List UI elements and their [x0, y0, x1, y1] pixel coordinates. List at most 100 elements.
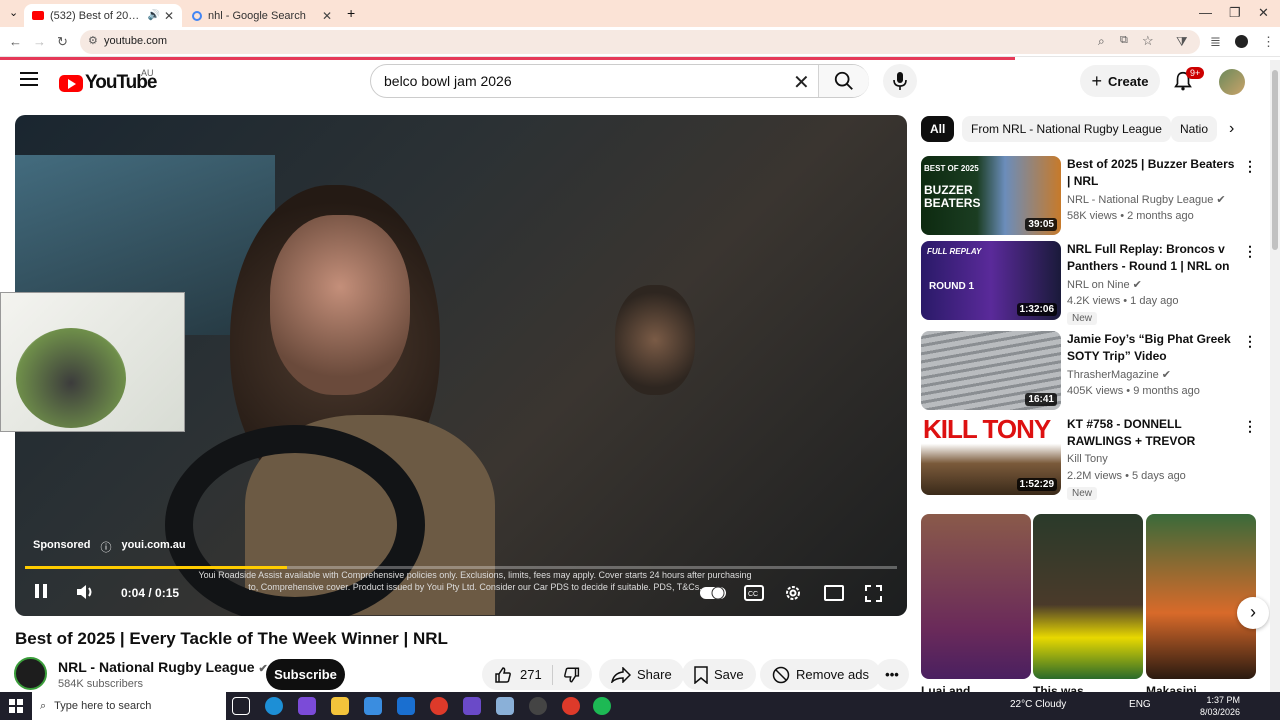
- remove-ads-button[interactable]: Remove ads: [760, 659, 881, 690]
- short-thumbnail[interactable]: [921, 514, 1031, 679]
- duration-badge: 16:41: [1025, 393, 1057, 406]
- recommendation-item[interactable]: 16:41 Jamie Foy’s “Big Phat Greek SOTY T…: [921, 331, 1261, 411]
- save-button[interactable]: Save: [682, 659, 756, 690]
- video-thumbnail[interactable]: 16:41: [921, 331, 1061, 410]
- close-tab-icon[interactable]: ✕: [164, 9, 174, 23]
- recommendation-item[interactable]: KILL TONY 1:52:29 KT #758 - DONNELL RAWL…: [921, 416, 1261, 500]
- back-icon[interactable]: ←: [9, 34, 22, 49]
- clear-search-icon[interactable]: ✕: [793, 70, 810, 95]
- subscribe-button[interactable]: Subscribe: [266, 659, 345, 690]
- chevron-right-icon[interactable]: ›: [1229, 120, 1234, 138]
- info-icon[interactable]: ⓘ: [100, 539, 111, 555]
- recommendation-channel[interactable]: ThrasherMagazine ✔: [1067, 368, 1171, 381]
- youtube-logo[interactable]: YouTube AU: [59, 68, 157, 94]
- more-vertical-icon[interactable]: ⋮: [1243, 243, 1257, 260]
- address-bar[interactable]: ⚙ youtube.com ⌕ ⧉ ☆: [80, 30, 1200, 54]
- search-box[interactable]: belco bowl jam 2026 ✕: [370, 64, 869, 98]
- voice-search-button[interactable]: [883, 64, 917, 98]
- menu-icon[interactable]: [20, 72, 38, 86]
- search-input[interactable]: belco bowl jam 2026: [384, 73, 512, 89]
- short-thumbnail[interactable]: [1033, 514, 1143, 679]
- volume-icon[interactable]: [75, 583, 97, 601]
- close-tab-icon[interactable]: ✕: [322, 9, 332, 23]
- video-thumbnail[interactable]: FULL REPLAY ROUND 1 1:32:06: [921, 241, 1061, 320]
- extensions-icon[interactable]: ⧩: [1176, 34, 1188, 50]
- thumbs-down-icon[interactable]: [563, 666, 580, 684]
- clock[interactable]: 1:37 PM 8/03/2026: [1200, 694, 1240, 718]
- audio-icon[interactable]: 🔊: [147, 10, 159, 21]
- reading-list-icon[interactable]: ≣: [1210, 34, 1221, 50]
- channel-avatar[interactable]: [14, 657, 47, 690]
- forward-icon[interactable]: →: [33, 34, 46, 49]
- recommendation-title[interactable]: Jamie Foy’s “Big Phat Greek SOTY Trip” V…: [1067, 331, 1237, 365]
- app-icon[interactable]: [496, 697, 514, 715]
- recommendation-title[interactable]: Best of 2025 | Buzzer Beaters | NRL: [1067, 156, 1237, 190]
- tab-search-chevron-icon[interactable]: ⌄: [9, 6, 18, 19]
- chip-related[interactable]: Natio: [1171, 116, 1218, 142]
- taskbar-search[interactable]: ⌕ Type here to search: [32, 692, 226, 720]
- scrollbar-thumb[interactable]: [1272, 70, 1278, 250]
- copilot-icon[interactable]: [298, 697, 316, 715]
- language-indicator[interactable]: ENG: [1129, 699, 1151, 710]
- zoom-icon[interactable]: ⌕: [1098, 34, 1105, 49]
- chip-from-channel[interactable]: From NRL - National Rugby League: [962, 116, 1171, 142]
- new-tab-icon[interactable]: +: [347, 5, 355, 21]
- theater-mode-icon[interactable]: [824, 585, 844, 601]
- notifications-button[interactable]: 9+: [1172, 67, 1205, 94]
- account-avatar[interactable]: [1219, 69, 1245, 95]
- more-actions-button[interactable]: •••: [875, 659, 909, 690]
- chrome-icon[interactable]: [430, 697, 448, 715]
- recommendation-channel[interactable]: NRL - National Rugby League ✔: [1067, 193, 1226, 206]
- windows-start-icon[interactable]: [9, 699, 23, 713]
- channel-name[interactable]: NRL - National Rugby League ✔: [58, 659, 268, 675]
- page-scrollbar[interactable]: [1270, 60, 1280, 692]
- sponsored-label: Sponsored: [33, 539, 91, 551]
- more-vertical-icon[interactable]: ⋮: [1243, 418, 1257, 435]
- settings-gear-icon[interactable]: [784, 584, 802, 602]
- store-icon[interactable]: [364, 697, 382, 715]
- task-view-icon[interactable]: [232, 697, 250, 715]
- autoplay-toggle-icon[interactable]: [700, 585, 728, 601]
- restore-icon[interactable]: ❐: [1229, 5, 1241, 21]
- like-button[interactable]: 271: [494, 666, 542, 684]
- recommendation-channel[interactable]: Kill Tony: [1067, 453, 1108, 465]
- spotify-icon[interactable]: [593, 697, 611, 715]
- chrome-menu-icon[interactable]: ⋮: [1262, 34, 1275, 50]
- short-thumbnail[interactable]: [1146, 514, 1256, 679]
- chip-all[interactable]: All: [921, 116, 955, 142]
- chrome-active-icon[interactable]: [562, 697, 580, 715]
- more-vertical-icon[interactable]: ⋮: [1243, 333, 1257, 350]
- captions-icon[interactable]: CC: [744, 585, 764, 601]
- tab-google[interactable]: nhl - Google Search ✕: [184, 4, 340, 27]
- recommendation-item[interactable]: BEST OF 2025 BUZZER BEATERS 39:05 Best o…: [921, 156, 1261, 236]
- share-button[interactable]: Share: [599, 659, 684, 690]
- video-thumbnail[interactable]: BEST OF 2025 BUZZER BEATERS 39:05: [921, 156, 1061, 235]
- sponsor-link[interactable]: youi.com.au: [121, 539, 185, 555]
- app-icon[interactable]: [463, 697, 481, 715]
- recommendation-channel[interactable]: NRL on Nine ✔: [1067, 278, 1142, 291]
- video-thumbnail[interactable]: KILL TONY 1:52:29: [921, 416, 1061, 495]
- mail-icon[interactable]: [397, 697, 415, 715]
- recommendation-item[interactable]: FULL REPLAY ROUND 1 1:32:06 NRL Full Rep…: [921, 241, 1261, 325]
- recommendation-title[interactable]: NRL Full Replay: Broncos v Panthers - Ro…: [1067, 241, 1237, 275]
- file-explorer-icon[interactable]: [331, 697, 349, 715]
- shorts-next-button[interactable]: ›: [1237, 597, 1269, 629]
- recommendation-title[interactable]: KT #758 - DONNELL RAWLINGS + TREVOR WALL…: [1067, 416, 1237, 450]
- window-close-icon[interactable]: ✕: [1258, 5, 1269, 21]
- minimize-icon[interactable]: —: [1199, 5, 1212, 20]
- fullscreen-icon[interactable]: [865, 585, 882, 602]
- create-button[interactable]: + Create: [1080, 65, 1160, 97]
- site-info-icon[interactable]: ⚙: [88, 34, 98, 47]
- profile-icon[interactable]: [1235, 35, 1248, 48]
- filter-chips: All From NRL - National Rugby League Nat…: [921, 116, 1251, 142]
- more-vertical-icon[interactable]: ⋮: [1243, 158, 1257, 175]
- edge-icon[interactable]: [265, 697, 283, 715]
- tab-youtube[interactable]: (532) Best of 2025 | Every Tackle 🔊 ✕: [24, 4, 182, 27]
- app-icon[interactable]: [529, 697, 547, 715]
- install-app-icon[interactable]: ⧉: [1120, 34, 1128, 47]
- weather-text[interactable]: 22°C Cloudy: [1010, 699, 1066, 710]
- reload-icon[interactable]: ↻: [57, 34, 68, 50]
- search-button[interactable]: [818, 65, 869, 97]
- pause-icon[interactable]: [34, 583, 48, 599]
- bookmark-star-icon[interactable]: ☆: [1142, 33, 1154, 49]
